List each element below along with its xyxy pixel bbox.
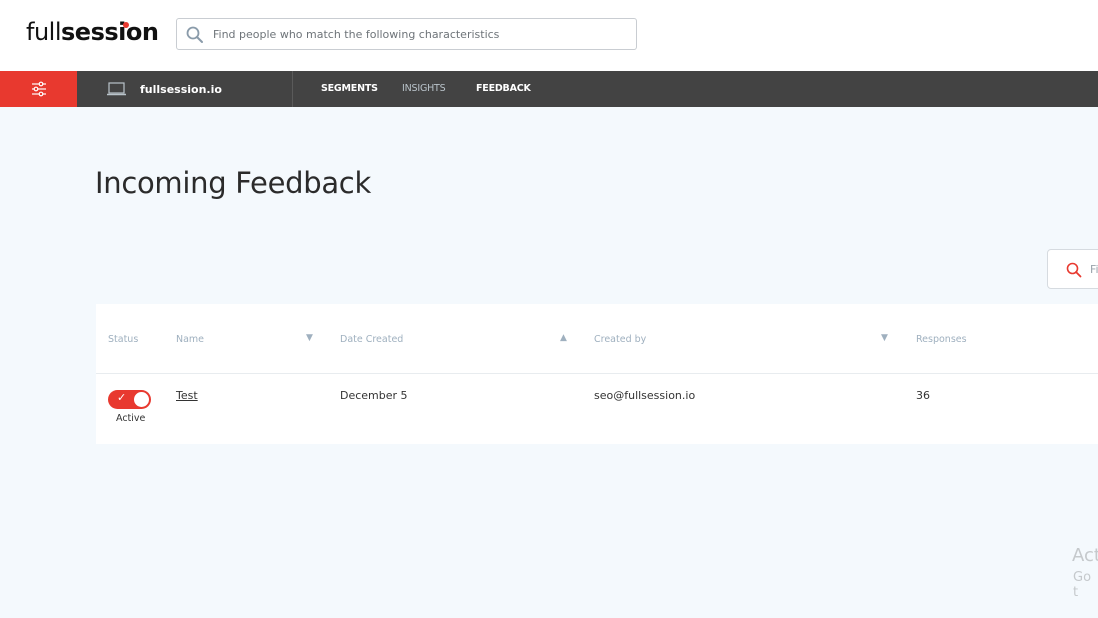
top-header: fullsession	[0, 0, 1098, 71]
search-icon	[1066, 262, 1082, 278]
filter-toggle-button[interactable]	[0, 71, 77, 107]
created-by-cell: seo@fullsession.io	[594, 389, 696, 402]
page-title: Incoming Feedback	[95, 166, 371, 200]
column-header-status: Status	[108, 334, 139, 345]
table-row: ✓ Active Test December 5 seo@fullsession…	[96, 374, 1098, 444]
status-label: Active	[116, 413, 146, 424]
search-icon	[186, 26, 203, 43]
logo-dot	[123, 22, 129, 28]
column-header-date-created[interactable]: Date Created	[340, 334, 403, 345]
feedback-search-placeholder: Fi	[1090, 263, 1098, 276]
logo-text-full: full	[26, 18, 62, 46]
check-icon: ✓	[117, 391, 127, 404]
sort-up-icon[interactable]: ▲	[560, 333, 567, 343]
status-toggle[interactable]: ✓	[108, 390, 151, 409]
people-search-box[interactable]	[176, 18, 637, 50]
site-selector[interactable]: fullsession.io	[107, 71, 222, 107]
nav-item-feedback[interactable]: FEEDBACK	[476, 71, 531, 107]
date-created-cell: December 5	[340, 389, 408, 402]
sort-down-icon[interactable]: ▼	[881, 333, 888, 343]
responses-cell: 36	[916, 389, 930, 402]
logo-text-session: session	[61, 18, 159, 46]
nav-item-segments[interactable]: SEGMENTS	[321, 71, 378, 107]
people-search-input[interactable]	[213, 19, 623, 49]
column-header-created-by[interactable]: Created by	[594, 334, 646, 345]
fullsession-logo[interactable]: fullsession	[26, 18, 159, 46]
feedback-search-box[interactable]: Fi	[1047, 249, 1098, 289]
table-header: Status Name ▼ Date Created ▲ Created by …	[96, 304, 1098, 374]
site-name: fullsession.io	[140, 82, 222, 96]
feedback-table: Status Name ▼ Date Created ▲ Created by …	[96, 304, 1098, 444]
main-navbar: fullsession.io SEGMENTS INSIGHTS FEEDBAC…	[0, 71, 1098, 107]
feedback-name-link[interactable]: Test	[176, 389, 198, 402]
activation-watermark-line1: Act	[1072, 545, 1098, 566]
activation-watermark-line2: Go t	[1073, 570, 1092, 600]
toggle-knob	[134, 392, 149, 407]
nav-item-insights[interactable]: INSIGHTS	[402, 71, 446, 107]
nav-divider	[292, 71, 293, 107]
sort-down-icon[interactable]: ▼	[306, 333, 313, 343]
column-header-responses: Responses	[916, 334, 967, 345]
monitor-icon	[107, 82, 126, 96]
sliders-icon	[31, 81, 46, 97]
column-header-name[interactable]: Name	[176, 334, 204, 345]
